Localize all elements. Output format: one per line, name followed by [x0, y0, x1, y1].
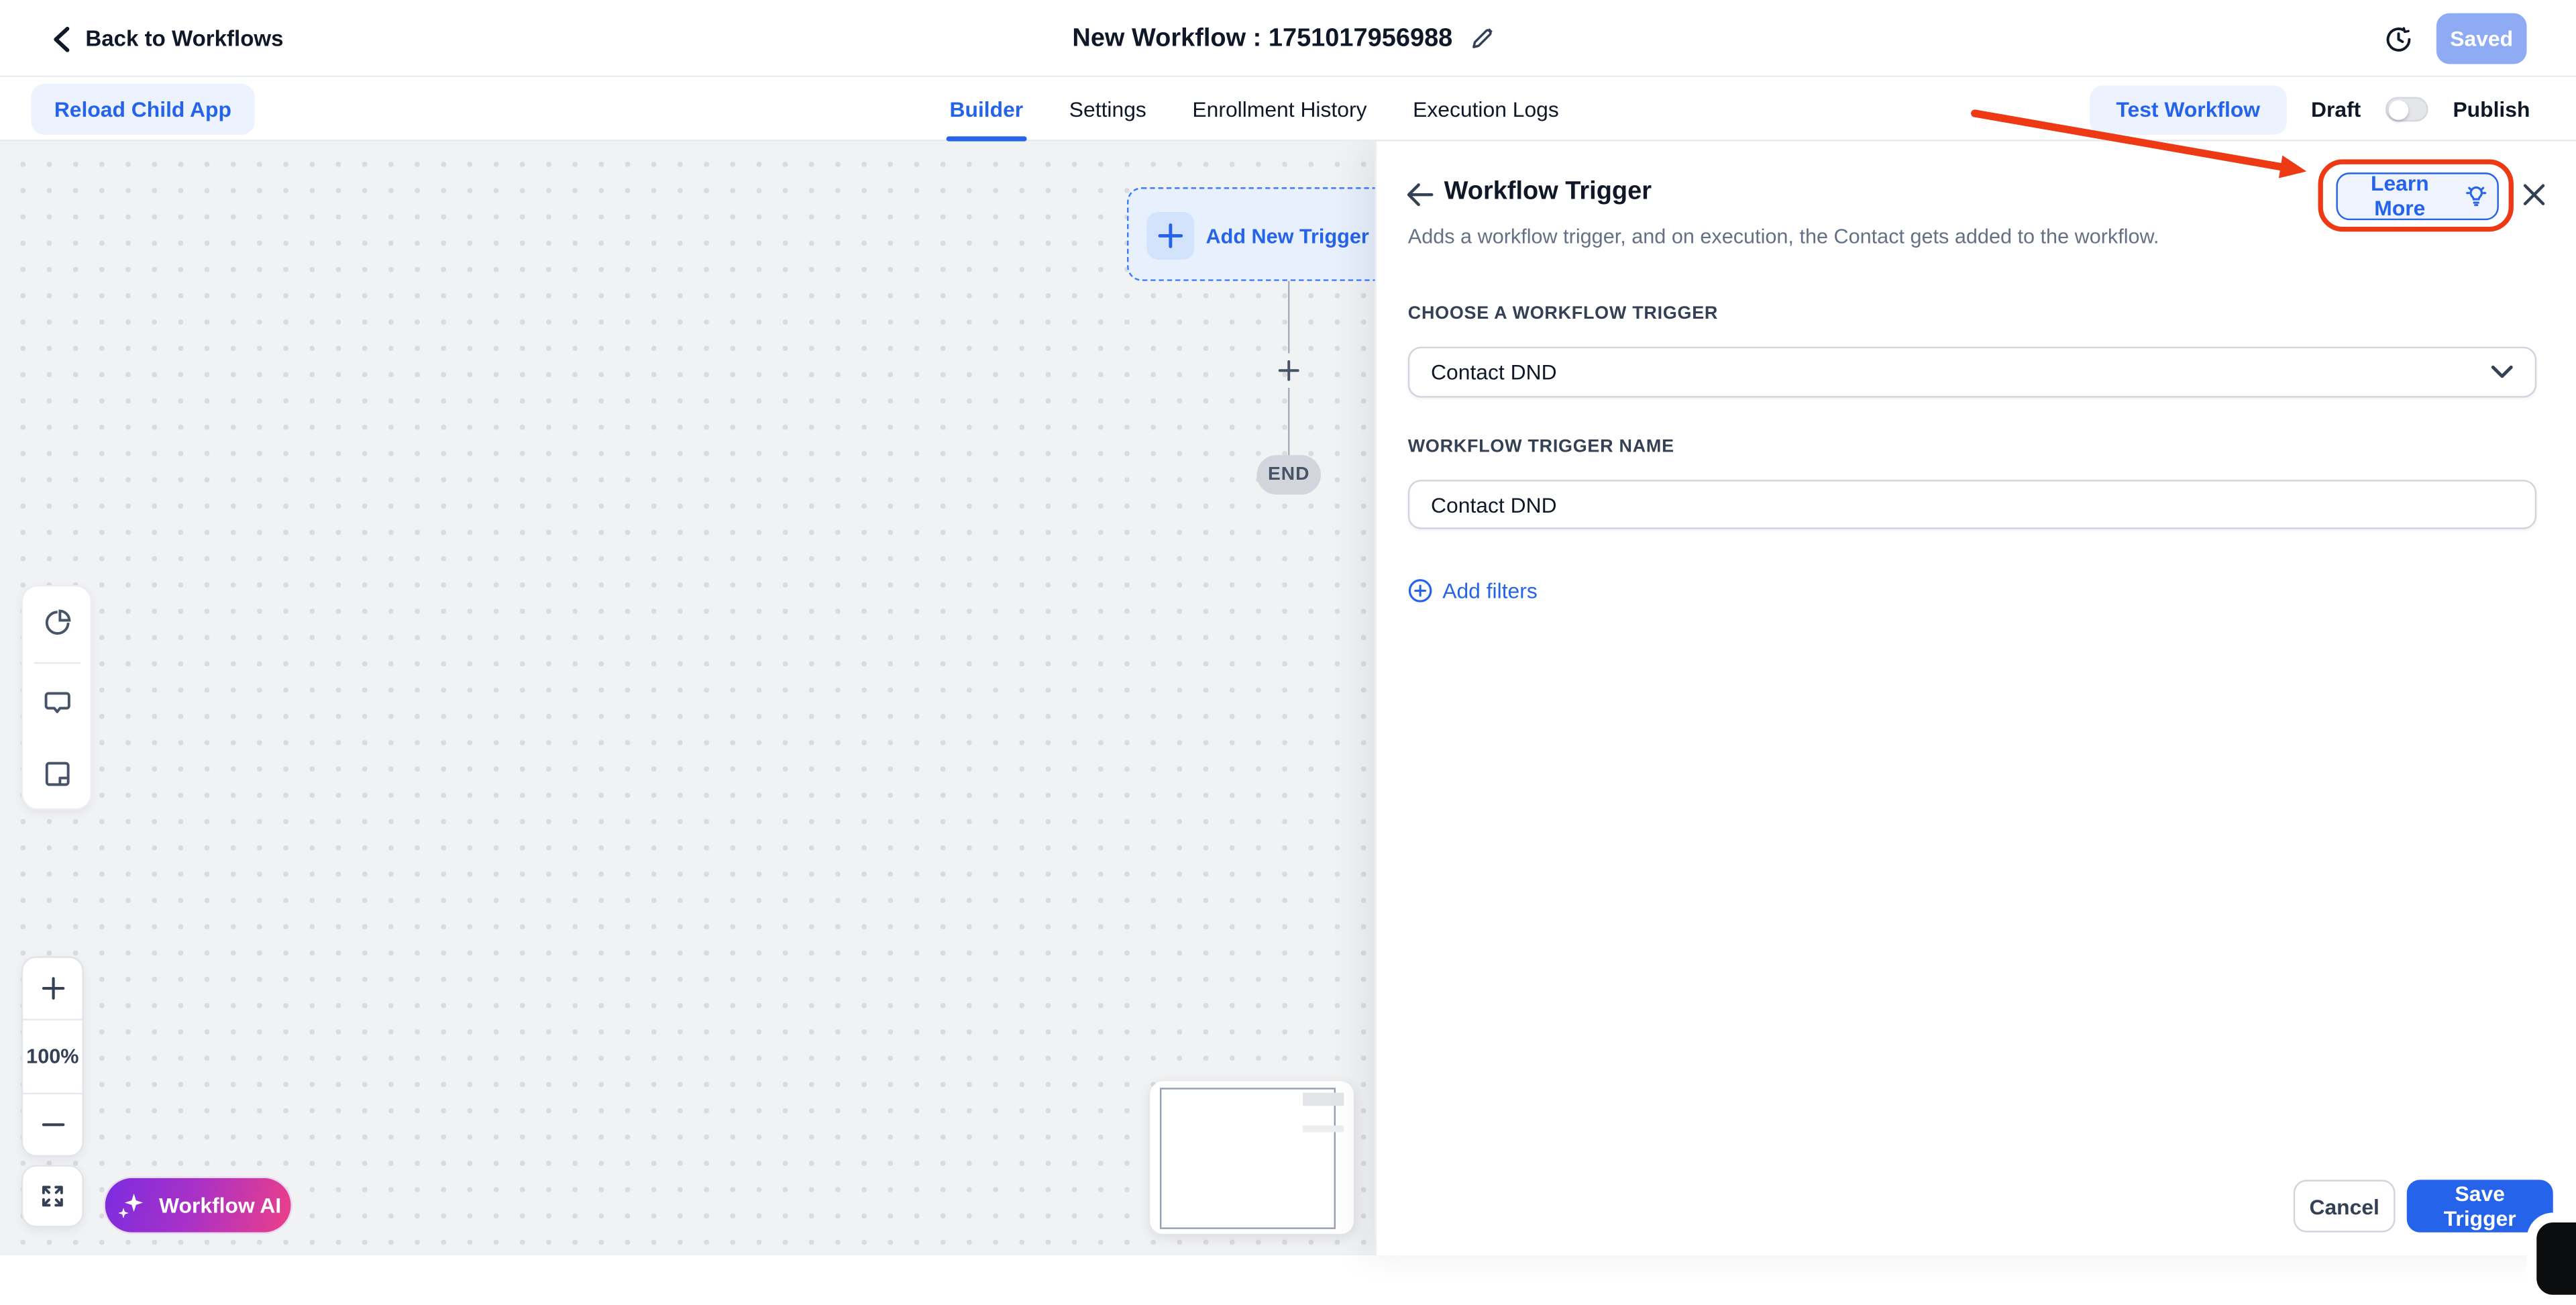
top-bar: Back to Workflows New Workflow : 1751017…	[0, 0, 2576, 77]
edit-pencil-icon[interactable]	[1470, 26, 1495, 51]
saved-button[interactable]: Saved	[2436, 13, 2527, 64]
draft-label: Draft	[2311, 97, 2361, 121]
toolbar-divider	[34, 662, 80, 665]
minimap-viewport	[1159, 1087, 1335, 1229]
workflow-trigger-panel: Workflow Trigger Learn More Adds a workf…	[1375, 142, 2576, 1255]
close-icon[interactable]	[2522, 182, 2546, 215]
back-label: Back to Workflows	[85, 26, 283, 51]
workflow-ai-label: Workflow AI	[159, 1192, 281, 1217]
chevron-left-icon	[52, 25, 70, 52]
connector-line	[1287, 388, 1289, 455]
stats-pie-icon[interactable]	[21, 588, 92, 659]
toggle-knob	[2389, 99, 2408, 119]
builder-tabs: Builder Settings Enrollment History Exec…	[950, 77, 1559, 142]
trigger-name-input[interactable]	[1408, 480, 2536, 529]
zoom-in-button[interactable]	[23, 958, 82, 1019]
zoom-out-button[interactable]	[23, 1093, 82, 1155]
publish-label: Publish	[2453, 97, 2530, 121]
minimap-node	[1303, 1125, 1344, 1132]
workflow-canvas[interactable]: Add New Trigger END 100%	[0, 142, 1375, 1255]
trigger-type-value: Contact DND	[1431, 360, 2491, 384]
panel-back-arrow-icon[interactable]	[1406, 182, 1434, 215]
tab-builder[interactable]: Builder	[950, 77, 1024, 142]
canvas-side-toolbar	[21, 585, 92, 811]
builder-toolbar: Reload Child App Builder Settings Enroll…	[0, 77, 2576, 142]
tab-settings[interactable]: Settings	[1069, 77, 1146, 142]
workflow-builder-app: Add New Trigger END 100%	[0, 0, 2576, 1255]
back-to-workflows-button[interactable]: Back to Workflows	[52, 0, 283, 77]
end-node: END	[1256, 455, 1321, 494]
comment-icon[interactable]	[21, 668, 92, 738]
circle-plus-icon	[1408, 578, 1433, 603]
workflow-ai-button[interactable]: Workflow AI	[103, 1176, 292, 1233]
sticky-note-icon[interactable]	[21, 738, 92, 808]
choose-trigger-label: CHOOSE A WORKFLOW TRIGGER	[1408, 304, 1718, 323]
minimap[interactable]	[1150, 1081, 1352, 1234]
chevron-down-icon	[2491, 365, 2514, 380]
learn-more-label: Learn More	[2348, 171, 2453, 220]
add-step-plus-icon[interactable]	[1272, 354, 1305, 386]
publish-toggle[interactable]	[2385, 97, 2428, 121]
lightbulb-icon	[2463, 182, 2487, 209]
reload-child-app-button[interactable]: Reload Child App	[32, 84, 255, 135]
fullscreen-icon[interactable]	[21, 1165, 84, 1226]
sparkles-icon	[115, 1189, 146, 1220]
plus-icon	[1146, 212, 1194, 260]
corner-widget	[2527, 1212, 2576, 1304]
trigger-name-label: WORKFLOW TRIGGER NAME	[1408, 437, 1674, 456]
workflow-title: New Workflow : 1751017956988	[1072, 24, 1452, 54]
add-filters-link[interactable]: Add filters	[1408, 578, 1538, 603]
panel-description: Adds a workflow trigger, and on executio…	[1408, 225, 2159, 248]
version-history-icon[interactable]	[2385, 26, 2412, 60]
learn-more-button[interactable]: Learn More	[2336, 172, 2498, 219]
add-new-trigger-label: Add New Trigger	[1206, 189, 1369, 283]
zoom-level[interactable]: 100%	[23, 1019, 82, 1092]
add-filters-label: Add filters	[1442, 578, 1538, 603]
add-new-trigger-node[interactable]: Add New Trigger	[1127, 187, 1375, 281]
trigger-type-select[interactable]: Contact DND	[1408, 347, 2536, 398]
panel-title: Workflow Trigger	[1444, 177, 1652, 207]
minimap-node	[1303, 1092, 1344, 1105]
tab-execution-logs[interactable]: Execution Logs	[1413, 77, 1559, 142]
zoom-controls: 100%	[21, 956, 84, 1157]
tab-enrollment-history[interactable]: Enrollment History	[1192, 77, 1366, 142]
cancel-button[interactable]: Cancel	[2294, 1180, 2396, 1232]
connector-line	[1287, 281, 1289, 354]
test-workflow-button[interactable]: Test Workflow	[2090, 85, 2286, 134]
